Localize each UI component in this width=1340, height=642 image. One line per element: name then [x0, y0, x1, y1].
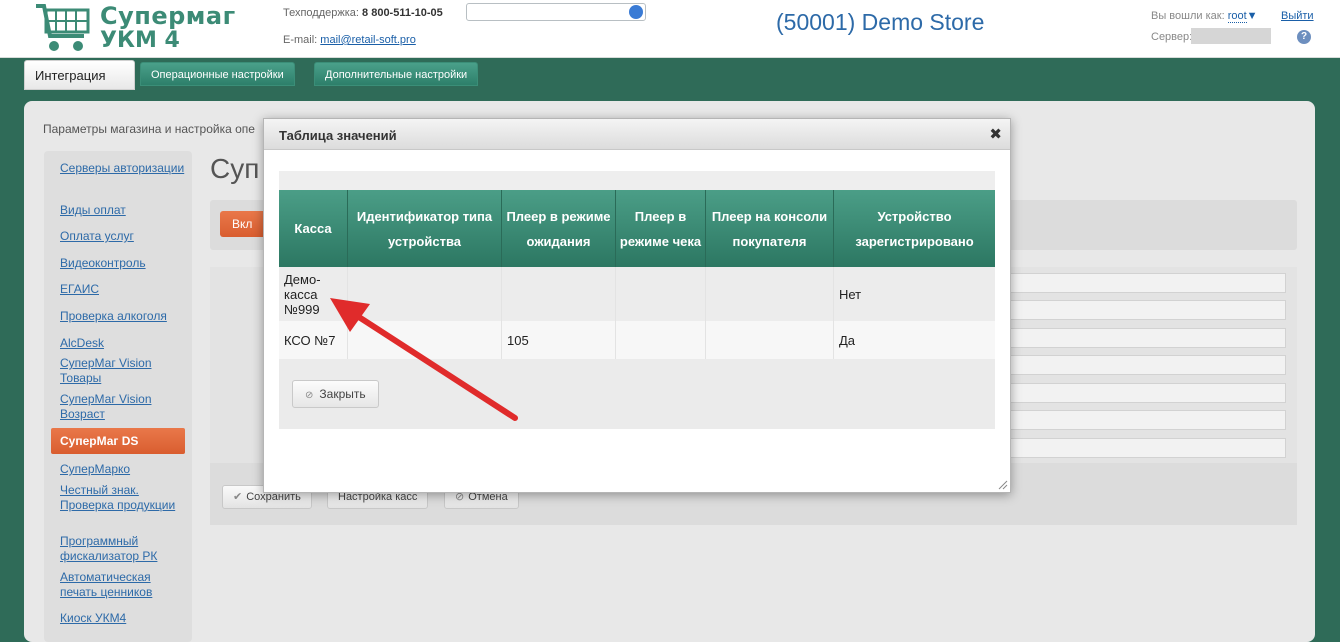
column-header-player-idle: Плеер в режиме ожидания	[502, 190, 616, 267]
page-title: Суп	[210, 153, 260, 184]
top-header: Супермаг УКМ 4 Техподдержка: 8 800-511-1…	[0, 0, 1340, 58]
resize-handle-icon[interactable]	[998, 480, 1008, 490]
column-header-cash: Касса	[279, 190, 348, 267]
form-field[interactable]	[1010, 438, 1286, 458]
sidebar-item-service-payment[interactable]: Оплата услуг	[60, 229, 186, 244]
sidebar-item-kiosk-ukm4[interactable]: Киоск УКМ4	[60, 611, 186, 626]
column-header-player-receipt: Плеер в режиме чека	[616, 190, 706, 267]
cell-player-receipt	[616, 321, 706, 359]
email-label: E-mail:	[283, 34, 318, 46]
shopping-cart-icon	[36, 3, 90, 51]
tab-integration[interactable]: Интеграция	[24, 60, 135, 90]
tab-additional-settings[interactable]: Дополнительные настройки	[314, 62, 479, 86]
sidebar-item-egais[interactable]: ЕГАИС	[60, 282, 186, 297]
sidebar-item-alcdesk[interactable]: AlcDesk	[60, 336, 186, 351]
form-field[interactable]	[1010, 383, 1286, 403]
email-link[interactable]: mail@retail-soft.pro	[320, 34, 416, 46]
server-value	[1191, 28, 1271, 44]
column-header-device-type-id: Идентификатор типа устройства	[348, 190, 502, 267]
cell-player-receipt	[616, 267, 706, 321]
form-field[interactable]	[1010, 300, 1286, 320]
logo[interactable]: Супермаг УКМ 4	[30, 0, 235, 56]
form-field[interactable]	[1010, 410, 1286, 430]
check-icon: ✔	[233, 491, 243, 503]
logo-subtitle: УКМ 4	[100, 28, 180, 53]
support-phone: 8 800-511-10-05	[362, 7, 443, 19]
sidebar-item-supermag-ds[interactable]: СуперМаг DS	[51, 428, 185, 454]
login-label: Вы вошли как:	[1151, 10, 1225, 22]
cell-player-console	[706, 267, 834, 321]
breadcrumb: Параметры магазина и настройка опе	[43, 122, 255, 136]
server-label: Сервер:	[1151, 31, 1193, 43]
dialog-title: Таблица значений	[279, 128, 397, 143]
form-field[interactable]	[1010, 355, 1286, 375]
sidebar-item-price-tag-print[interactable]: Автоматическая печать ценников	[60, 570, 186, 600]
cell-player-console	[706, 321, 834, 359]
support-info: Техподдержка: 8 800-511-10-05	[283, 7, 443, 19]
column-header-player-console: Плеер на консоли покупателя	[706, 190, 834, 267]
close-icon[interactable]: ✖	[989, 125, 1002, 143]
support-label: Техподдержка:	[283, 7, 359, 19]
email-info: E-mail: mail@retail-soft.pro	[283, 34, 416, 46]
search-icon[interactable]	[629, 5, 643, 19]
sidebar-item-supermarko[interactable]: СуперМарко	[60, 462, 186, 477]
form-field[interactable]	[1010, 273, 1286, 293]
cancel-icon: ⊘	[305, 390, 314, 401]
enable-toggle[interactable]: Вкл	[220, 211, 264, 237]
logout-link[interactable]: Выйти	[1281, 10, 1314, 22]
user-menu[interactable]: root	[1227, 10, 1247, 23]
chevron-down-icon[interactable]: ▼	[1247, 10, 1258, 22]
column-header-device-registered: Устройство зарегистрировано	[855, 208, 974, 249]
sidebar-item-chestny-znak[interactable]: Честный знак. Проверка продукции	[60, 483, 186, 513]
sidebar-item-alcohol-check[interactable]: Проверка алкоголя	[60, 309, 186, 324]
login-info: Вы вошли как: root▼	[1151, 10, 1258, 23]
help-icon[interactable]: ?	[1297, 30, 1311, 44]
form-field[interactable]	[1010, 328, 1286, 348]
sidebar-item-vision-goods[interactable]: СуперМаг Vision Товары	[60, 356, 186, 386]
search-input[interactable]	[466, 3, 646, 21]
store-title: (50001) Demo Store	[776, 9, 985, 35]
sidebar-item-payment-types[interactable]: Виды оплат	[60, 203, 186, 218]
cell-device-registered: Нет	[839, 286, 862, 302]
dialog-header: Таблица значений ✖	[264, 119, 1010, 150]
sidebar: Серверы авторизации Виды оплат Оплата ус…	[44, 151, 192, 642]
table-header: Касса Идентификатор типа устройства Плее…	[279, 190, 995, 267]
sidebar-item-vision-age[interactable]: СуперМаг Vision Возраст	[60, 392, 186, 422]
sidebar-item-fiscalizer-rk[interactable]: Программный фискализатор РК	[60, 534, 186, 564]
annotation-arrow-icon	[330, 298, 518, 421]
sidebar-item-auth-servers[interactable]: Серверы авторизации	[60, 161, 186, 176]
sidebar-item-video-control[interactable]: Видеоконтроль	[60, 256, 186, 271]
cell-device-registered: Да	[839, 332, 856, 348]
logo-title: Супермаг	[100, 2, 236, 30]
tab-operational-settings[interactable]: Операционные настройки	[140, 62, 295, 86]
